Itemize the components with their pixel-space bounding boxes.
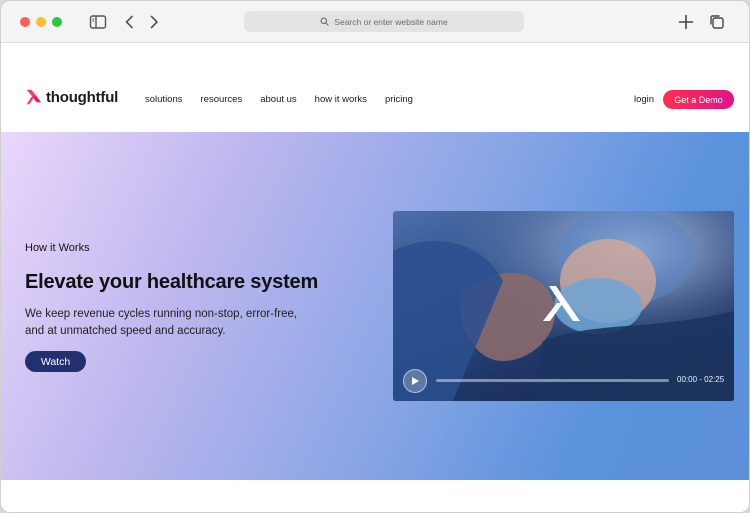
- zoom-window-button[interactable]: [52, 17, 62, 27]
- site-logo[interactable]: thoughtful: [25, 88, 118, 106]
- get-demo-button[interactable]: Get a Demo: [663, 90, 734, 109]
- login-link[interactable]: login: [634, 94, 654, 105]
- sidebar-icon[interactable]: [89, 13, 107, 31]
- search-icon: [320, 17, 329, 26]
- nav-about-us[interactable]: about us: [260, 94, 296, 105]
- chevron-left-icon[interactable]: [121, 13, 139, 31]
- watch-button[interactable]: Watch: [25, 351, 86, 372]
- video-logo-icon: [543, 286, 580, 321]
- logo-text: thoughtful: [46, 88, 119, 106]
- logo-mark-icon: [26, 89, 42, 105]
- browser-toolbar: Search or enter website name: [1, 1, 749, 43]
- close-window-button[interactable]: [20, 17, 30, 27]
- next-section: [1, 480, 749, 512]
- nav-solutions[interactable]: solutions: [145, 94, 183, 105]
- video-player[interactable]: 00:00 - 02:25: [393, 211, 734, 401]
- browser-window: Search or enter website name thoughtful …: [0, 0, 750, 513]
- nav-resources[interactable]: resources: [201, 94, 243, 105]
- main-nav: solutions resources about us how it work…: [145, 94, 431, 105]
- plus-icon[interactable]: [677, 13, 695, 31]
- nav-pricing[interactable]: pricing: [385, 94, 413, 105]
- play-icon: [412, 377, 419, 385]
- address-bar[interactable]: Search or enter website name: [244, 11, 524, 32]
- video-time: 00:00 - 02:25: [677, 375, 725, 384]
- hero-headline: Elevate your healthcare system: [25, 271, 319, 293]
- video-progress-bar[interactable]: [436, 379, 669, 382]
- play-button[interactable]: [403, 369, 427, 393]
- address-placeholder: Search or enter website name: [334, 16, 448, 27]
- tabs-icon[interactable]: [708, 13, 726, 31]
- site-header: thoughtful solutions resources about us …: [1, 44, 749, 132]
- hero-subcopy: We keep revenue cycles running non-stop,…: [25, 308, 298, 337]
- chevron-right-icon[interactable]: [145, 13, 163, 31]
- hero-section: How it Works Elevate your healthcare sys…: [1, 132, 749, 480]
- hero-eyebrow: How it Works: [25, 242, 90, 254]
- minimize-window-button[interactable]: [36, 17, 46, 27]
- nav-how-it-works[interactable]: how it works: [315, 94, 367, 105]
